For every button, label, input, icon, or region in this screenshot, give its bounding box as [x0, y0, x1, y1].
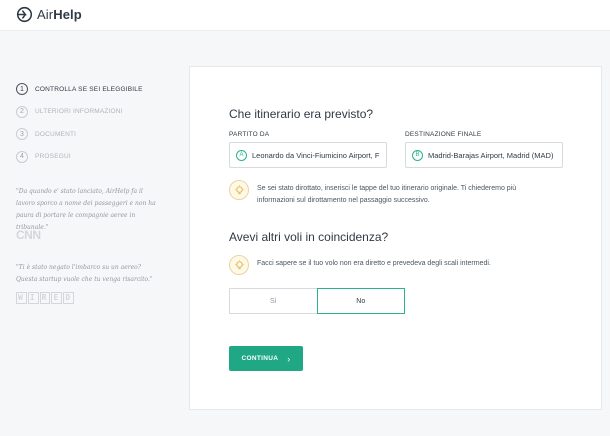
progress-steps: 1 CONTROLLA SE SEI ELEGGIBILE 2 ULTERIOR…	[16, 78, 143, 168]
diversion-hint-text: Se sei stato dirottato, inserisci le tap…	[257, 185, 517, 204]
step-proceed: 4 PROSEGUI	[16, 146, 143, 169]
step-number: 3	[16, 128, 28, 141]
claim-form-card: Che itinerario era previsto? PARTITO DA …	[189, 66, 602, 410]
testimonial-quote: "Ti è stato negato l'imbarco su un aereo…	[16, 264, 153, 283]
cnn-logo: CNN	[16, 228, 41, 242]
step-number: 2	[16, 105, 28, 118]
step-label: PROSEGUI	[35, 153, 71, 161]
step-label: DOCUMENTI	[35, 130, 77, 138]
brand-name: AirHelp	[37, 7, 82, 22]
step-more-info: 2 ULTERIORI INFORMAZIONI	[16, 101, 143, 124]
chevron-right-icon: ›	[287, 353, 291, 364]
testimonial-quote: "Da quando e' stato lanciato, AirHelp fa…	[16, 188, 156, 231]
destination-label: DESTINAZIONE FINALE	[405, 131, 482, 138]
connecting-flights-toggle: Sì No	[229, 288, 405, 314]
departure-airport-input[interactable]: A Leonardo da Vinci-Fiumicino Airport, F	[229, 142, 387, 168]
continue-button[interactable]: CONTINUA ›	[229, 346, 303, 371]
connections-hint-text: Facci sapere se il tuo volo non era dire…	[257, 260, 491, 267]
departure-airport-value: Leonardo da Vinci-Fiumicino Airport, F	[252, 150, 380, 160]
airhelp-logo[interactable]: AirHelp	[16, 6, 82, 23]
step-number: 1	[16, 83, 28, 96]
continue-label: CONTINUA	[241, 355, 279, 362]
option-no-button[interactable]: No	[316, 288, 405, 314]
step-label: ULTERIORI INFORMAZIONI	[35, 108, 123, 116]
destination-airport-input[interactable]: B Madrid-Barajas Airport, Madrid (MAD)	[405, 142, 563, 168]
destination-airport-value: Madrid-Barajas Airport, Madrid (MAD)	[428, 150, 554, 160]
step-documents: 3 DOCUMENTI	[16, 123, 143, 146]
diversion-hint: Se sei stato dirottato, inserisci le tap…	[229, 180, 549, 207]
destination-marker-icon: B	[412, 149, 423, 161]
departure-marker-icon: A	[236, 149, 247, 161]
itinerary-title: Che itinerario era previsto?	[229, 107, 374, 121]
departure-label: PARTITO DA	[229, 131, 270, 138]
top-header: AirHelp	[0, 0, 610, 31]
lightbulb-icon	[229, 180, 249, 200]
option-yes-button[interactable]: Sì	[229, 288, 317, 314]
wired-logo: WIRED	[16, 292, 75, 304]
airhelp-logo-icon	[16, 6, 33, 23]
connections-hint: Facci sapere se il tuo volo non era dire…	[229, 255, 549, 275]
step-label: CONTROLLA SE SEI ELEGGIBILE	[35, 85, 143, 93]
step-number: 4	[16, 150, 28, 163]
step-check-eligibility: 1 CONTROLLA SE SEI ELEGGIBILE	[16, 78, 143, 101]
connections-title: Avevi altri voli in coincidenza?	[229, 230, 389, 244]
lightbulb-icon	[229, 255, 249, 275]
